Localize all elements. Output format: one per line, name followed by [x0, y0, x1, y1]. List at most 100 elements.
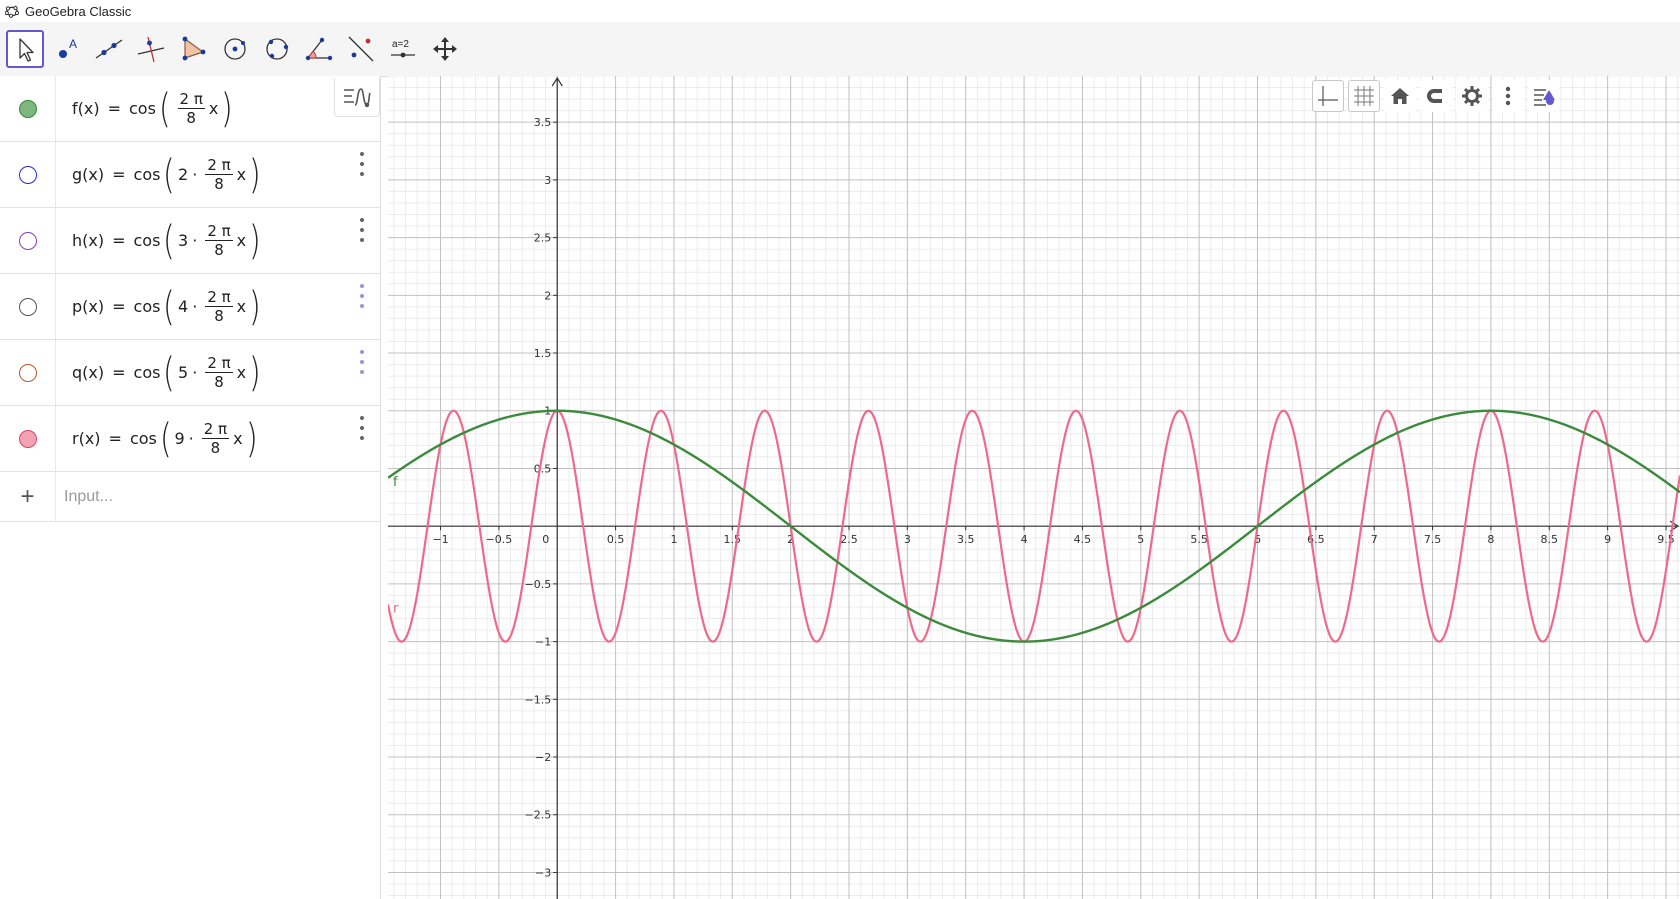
cos-operator: cos: [129, 429, 157, 448]
svg-text:a=2: a=2: [392, 39, 409, 50]
graphics-more-button[interactable]: [1492, 80, 1524, 112]
circle-center-tool-button[interactable]: [216, 30, 254, 68]
formula-q[interactable]: q(x) = cos(5 · 2 π 8 x): [72, 340, 264, 405]
row-menu-icon[interactable]: [356, 152, 368, 176]
point-capturing-button[interactable]: [1420, 80, 1452, 112]
algebra-style-toggle-button[interactable]: [334, 78, 380, 117]
row-menu-icon[interactable]: [356, 350, 368, 374]
slider-tool-button[interactable]: a=2: [384, 30, 422, 68]
formula-r[interactable]: r(x) = cos(9 · 2 π 8 x): [72, 406, 260, 471]
visibility-marble-icon[interactable]: [18, 165, 37, 184]
formula-h[interactable]: h(x) = cos(3 · 2 π 8 x): [72, 208, 264, 273]
formula-p[interactable]: p(x) = cos(4 · 2 π 8 x): [72, 274, 264, 339]
move-tool-button[interactable]: [6, 30, 44, 68]
x-tick-label: 7: [1371, 533, 1378, 546]
fraction-denominator: 8: [214, 307, 224, 325]
visibility-marble-icon[interactable]: [18, 297, 37, 316]
visibility-marble-icon[interactable]: [18, 429, 37, 448]
visibility-marble-icon[interactable]: [18, 99, 37, 118]
x-tick-label: 8.5: [1541, 533, 1559, 546]
fraction-denominator: 8: [210, 439, 221, 457]
standard-view-button[interactable]: [1384, 80, 1416, 112]
y-tick-label: −1.5: [525, 693, 552, 706]
left-paren: (: [163, 283, 176, 330]
multiplier: 5: [178, 363, 189, 382]
algebra-row-p[interactable]: p(x) = cos(4 · 2 π 8 x): [0, 274, 380, 340]
perpendicular-tool-button[interactable]: [132, 30, 170, 68]
point-tool-button[interactable]: A: [48, 30, 86, 68]
main-toolbar: A a=2: [0, 22, 1680, 77]
fraction-denominator: 8: [186, 109, 196, 127]
algebra-row-g[interactable]: g(x) = cos(2 · 2 π 8 x): [0, 142, 380, 208]
formula-f[interactable]: f(x) = cos(2 π 8 x): [72, 76, 236, 141]
reflect-tool-button[interactable]: [342, 30, 380, 68]
formula-g[interactable]: g(x) = cos(2 · 2 π 8 x): [72, 142, 264, 207]
visibility-toggle[interactable]: [0, 340, 56, 405]
left-paren: (: [159, 415, 172, 462]
cos-operator: cos: [129, 99, 156, 118]
visibility-toggle[interactable]: [0, 274, 56, 339]
row-menu-icon[interactable]: [356, 218, 368, 242]
x-tick-label: 5.5: [1190, 533, 1208, 546]
right-paren: ): [249, 217, 261, 264]
visibility-toggle[interactable]: [0, 76, 56, 141]
algebra-row-q[interactable]: q(x) = cos(5 · 2 π 8 x): [0, 340, 380, 406]
multiply-dot: ·: [188, 429, 194, 448]
x-tick-label: 0.5: [607, 533, 625, 546]
algebra-row-h[interactable]: h(x) = cos(3 · 2 π 8 x): [0, 208, 380, 274]
function-name: q(x): [72, 363, 105, 382]
y-tick-label: −0.5: [525, 578, 552, 591]
equals-sign: =: [112, 297, 126, 316]
x-tick-label: 5: [1137, 533, 1144, 546]
visibility-marble-icon[interactable]: [18, 363, 37, 382]
row-menu-icon[interactable]: [356, 416, 368, 440]
toggle-grid-button[interactable]: [1348, 80, 1380, 112]
fraction: 2 π8: [205, 222, 233, 259]
polygon-tool-button[interactable]: [174, 30, 212, 68]
fraction: 2 π8: [205, 354, 233, 391]
move-view-tool-button[interactable]: [426, 30, 464, 68]
angle-tool-button[interactable]: [300, 30, 338, 68]
circle-three-points-tool-button[interactable]: [258, 30, 296, 68]
x-tick-label: 1: [670, 533, 677, 546]
graphics-view[interactable]: −1 −0.5 0 0.5 1 1.5 2 2.5 3 3.5 4 4.5 5 5.5 6 6.5 7 7.5 8 8…: [388, 76, 1680, 899]
fraction-denominator: 8: [214, 241, 224, 259]
y-tick-label: −2.5: [525, 809, 552, 822]
graphics-style-toggle-button[interactable]: [1528, 80, 1560, 112]
row-menu-icon[interactable]: [356, 284, 368, 308]
line-icon: [95, 39, 123, 59]
left-paren: (: [163, 217, 176, 264]
circle-center-icon: [224, 38, 246, 60]
plus-icon[interactable]: +: [0, 472, 56, 521]
y-tick-label: 2: [544, 289, 551, 302]
fraction-denominator: 8: [214, 175, 224, 193]
graph-canvas[interactable]: −1 −0.5 0 0.5 1 1.5 2 2.5 3 3.5 4 4.5 5 5.5 6 6.5 7 7.5 8 8…: [388, 76, 1680, 899]
algebra-row-r[interactable]: r(x) = cos(9 · 2 π 8 x): [0, 406, 380, 472]
visibility-toggle[interactable]: [0, 406, 56, 471]
window-title: GeoGebra Classic: [25, 3, 132, 19]
algebra-row-f[interactable]: f(x) = cos(2 π 8 x): [0, 76, 380, 142]
x-tick-label: 3: [904, 533, 911, 546]
algebra-input[interactable]: [62, 482, 366, 512]
toggle-axes-button[interactable]: [1312, 80, 1344, 112]
reflect-line-icon: [348, 36, 374, 62]
line-tool-button[interactable]: [90, 30, 128, 68]
right-paren: ): [249, 349, 261, 396]
x-tick-label: 9: [1604, 533, 1611, 546]
multiplier: 9: [174, 429, 185, 448]
multiplier: 4: [178, 297, 189, 316]
fraction-numerator: 2 π: [205, 288, 233, 307]
variable: x: [236, 363, 247, 382]
polygon-icon: [182, 36, 206, 61]
right-paren: ): [245, 415, 258, 462]
graphics-settings-button[interactable]: [1456, 80, 1488, 112]
cos-operator: cos: [133, 231, 161, 250]
equals-sign: =: [112, 231, 126, 250]
visibility-toggle[interactable]: [0, 142, 56, 207]
more-vertical-icon: [1505, 86, 1511, 106]
cursor-arrow-icon: [19, 38, 34, 62]
fraction: 2 π8: [177, 90, 205, 127]
visibility-marble-icon[interactable]: [18, 231, 37, 250]
circle-three-points-icon: [266, 38, 289, 60]
visibility-toggle[interactable]: [0, 208, 56, 273]
